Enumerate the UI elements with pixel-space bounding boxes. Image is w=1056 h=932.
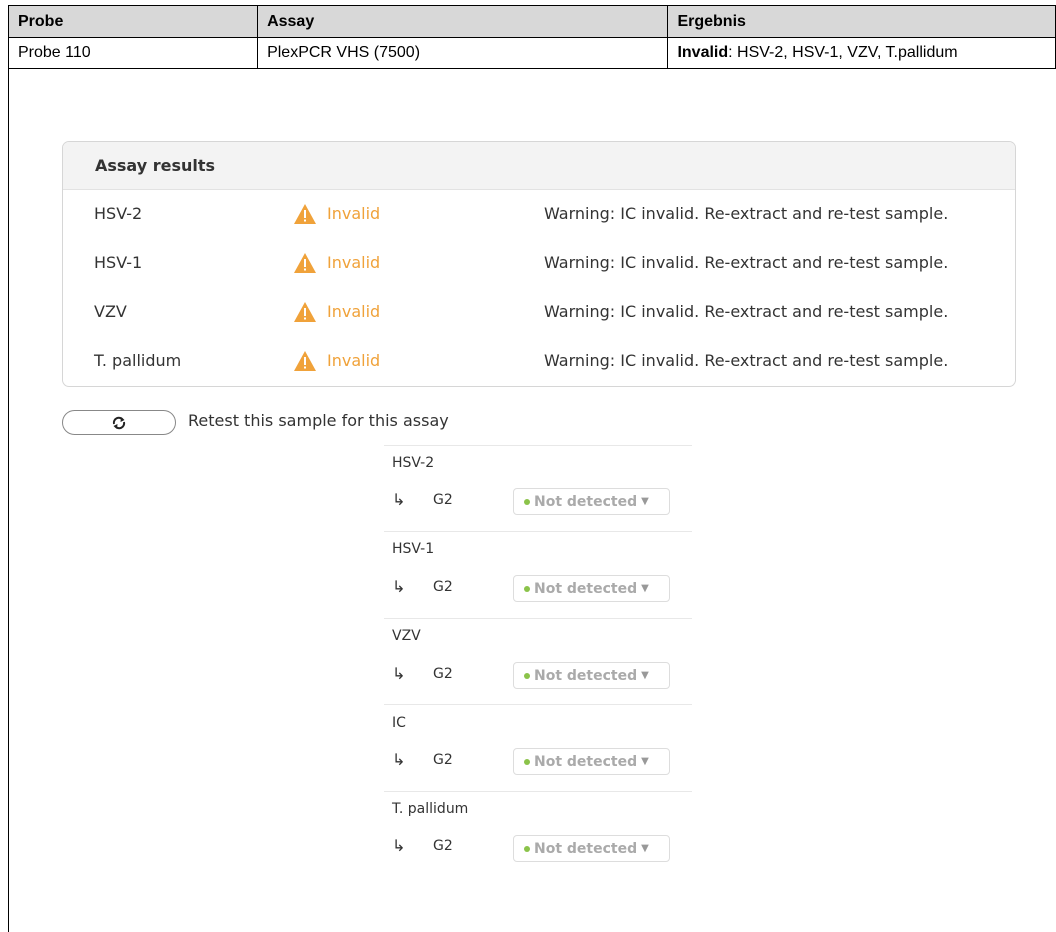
dropdown-value: Not detected [534, 840, 638, 857]
summary-table: Probe Assay Ergebnis Probe 110 PlexPCR V… [7, 5, 1056, 69]
status-dot-icon [524, 758, 530, 765]
result-status: Invalid [677, 44, 729, 61]
subdirectory-arrow-icon: ↳ [392, 490, 406, 509]
subdirectory-arrow-icon: ↳ [392, 664, 406, 683]
retest-label: Retest this sample for this assay [188, 411, 449, 430]
result-target: HSV-2 [94, 204, 143, 223]
override-target: VZV [392, 628, 421, 644]
override-target: IC [392, 715, 406, 731]
override-channel: G2 [433, 838, 453, 854]
card-title: Assay results [63, 142, 1015, 190]
override-target: HSV-2 [392, 455, 435, 471]
override-channel: G2 [433, 492, 453, 508]
override-channel: G2 [433, 579, 453, 595]
status-label: Invalid [327, 302, 381, 321]
result-message: Warning: IC invalid. Re-extract and re-t… [544, 302, 949, 321]
divider [384, 704, 692, 705]
status-dot-icon [524, 585, 530, 592]
result-row: VZV Invalid Warning: IC invalid. Re-extr… [63, 287, 1015, 336]
assay-results-card: Assay results HSV-2 Invalid Warning: IC … [62, 141, 1016, 387]
result-status: Invalid [293, 252, 380, 274]
result-row: HSV-2 Invalid Warning: IC invalid. Re-ex… [63, 189, 1015, 238]
dropdown-value: Not detected [534, 493, 638, 510]
header-probe: Probe [7, 5, 259, 38]
result-dropdown[interactable]: Not detected ▼ [513, 835, 670, 862]
warning-icon [294, 301, 316, 322]
divider [384, 445, 692, 446]
result-message: Warning: IC invalid. Re-extract and re-t… [544, 253, 949, 272]
subdirectory-arrow-icon: ↳ [392, 750, 406, 769]
table-header-row: Probe Assay Ergebnis [7, 5, 1056, 38]
result-dropdown[interactable]: Not detected ▼ [513, 575, 670, 602]
result-target: T. pallidum [94, 351, 182, 370]
result-row: T. pallidum Invalid Warning: IC invalid.… [63, 336, 1015, 385]
caret-down-icon: ▼ [641, 670, 649, 681]
result-message: Warning: IC invalid. Re-extract and re-t… [544, 204, 949, 223]
status-dot-icon [524, 498, 530, 505]
caret-down-icon: ▼ [641, 583, 649, 594]
result-dropdown[interactable]: Not detected ▼ [513, 662, 670, 689]
result-status: Invalid [293, 203, 380, 225]
warning-icon [294, 203, 316, 224]
result-status: Invalid [293, 350, 380, 372]
result-status: Invalid [293, 301, 380, 323]
status-label: Invalid [327, 253, 381, 272]
result-dropdown[interactable]: Not detected ▼ [513, 748, 670, 775]
result-message: Warning: IC invalid. Re-extract and re-t… [544, 351, 949, 370]
override-target: T. pallidum [392, 801, 469, 817]
divider [384, 618, 692, 619]
cell-probe: Probe 110 [7, 37, 259, 69]
cell-result: Invalid: HSV-2, HSV-1, VZV, T.pallidum [667, 37, 1056, 69]
retest-button[interactable] [62, 410, 176, 435]
result-target: HSV-1 [94, 253, 143, 272]
header-assay: Assay [257, 5, 669, 38]
caret-down-icon: ▼ [641, 496, 649, 507]
warning-icon [294, 350, 316, 371]
subdirectory-arrow-icon: ↳ [392, 577, 406, 596]
status-label: Invalid [327, 351, 381, 370]
caret-down-icon: ▼ [641, 756, 649, 767]
result-row: HSV-1 Invalid Warning: IC invalid. Re-ex… [63, 238, 1015, 287]
dropdown-value: Not detected [534, 753, 638, 770]
result-targets: : HSV-2, HSV-1, VZV, T.pallidum [728, 44, 958, 61]
dropdown-value: Not detected [534, 667, 638, 684]
divider [384, 791, 692, 792]
dropdown-value: Not detected [534, 580, 638, 597]
header-result: Ergebnis [667, 5, 1056, 38]
result-dropdown[interactable]: Not detected ▼ [513, 488, 670, 515]
override-channel: G2 [433, 666, 453, 682]
override-target: HSV-1 [392, 541, 435, 557]
cell-assay: PlexPCR VHS (7500) [257, 37, 669, 69]
refresh-icon [112, 416, 126, 429]
subdirectory-arrow-icon: ↳ [392, 836, 406, 855]
override-channel: G2 [433, 752, 453, 768]
divider [384, 531, 692, 532]
status-dot-icon [524, 672, 530, 679]
warning-icon [294, 252, 316, 273]
status-label: Invalid [327, 204, 381, 223]
table-row: Probe 110 PlexPCR VHS (7500) Invalid: HS… [7, 37, 1056, 69]
status-dot-icon [524, 845, 530, 852]
caret-down-icon: ▼ [641, 843, 649, 854]
result-target: VZV [94, 302, 127, 321]
